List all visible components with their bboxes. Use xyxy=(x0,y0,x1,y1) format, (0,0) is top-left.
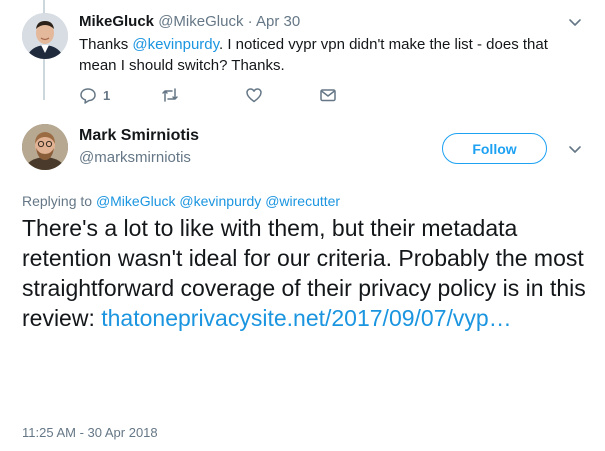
retweet-icon xyxy=(162,88,178,102)
retweet-button[interactable] xyxy=(161,84,179,106)
separator-dot: · xyxy=(247,13,253,30)
replying-to-mentions[interactable]: @MikeGluck @kevinpurdy @wirecutter xyxy=(96,193,340,209)
author-handle[interactable]: @marksmirniotis xyxy=(79,148,191,168)
mention-link[interactable]: @kevinpurdy xyxy=(132,36,219,53)
reply-icon xyxy=(80,88,96,104)
parent-tweet-header: MikeGluck @MikeGluck · Apr 30 xyxy=(79,12,300,32)
reply-count: 1 xyxy=(103,87,111,103)
direct-message-button[interactable] xyxy=(319,84,337,106)
author-name[interactable]: Mark Smirniotis xyxy=(79,126,199,146)
parent-tweet-date[interactable]: Apr 30 xyxy=(256,13,300,30)
parent-text-before: Thanks xyxy=(79,36,133,53)
parent-author-handle[interactable]: @MikeGluck xyxy=(158,13,243,30)
envelope-icon xyxy=(320,89,336,102)
avatar-marksmirniotis[interactable] xyxy=(22,124,68,170)
follow-button[interactable]: Follow xyxy=(442,133,547,164)
replying-to: Replying to @MikeGluck @kevinpurdy @wire… xyxy=(22,192,340,210)
chevron-down-icon[interactable] xyxy=(567,14,583,30)
tweet-text: There's a lot to like with them, but the… xyxy=(22,213,597,333)
avatar-image xyxy=(22,13,68,59)
like-button[interactable] xyxy=(245,84,263,106)
parent-author-name[interactable]: MikeGluck xyxy=(79,13,154,30)
avatar-image xyxy=(22,124,68,170)
reply-button[interactable]: 1 xyxy=(79,84,110,106)
tweet-link[interactable]: thatoneprivacysite.net/2017/09/07/vyp… xyxy=(101,305,511,331)
chevron-down-icon[interactable] xyxy=(567,141,583,157)
avatar-mikegluck[interactable] xyxy=(22,13,68,59)
replying-label: Replying to xyxy=(22,193,93,209)
tweet-timestamp[interactable]: 11:25 AM - 30 Apr 2018 xyxy=(22,424,158,442)
parent-tweet-text: Thanks @kevinpurdy. I noticed vypr vpn d… xyxy=(79,34,579,76)
heart-icon xyxy=(246,88,262,103)
